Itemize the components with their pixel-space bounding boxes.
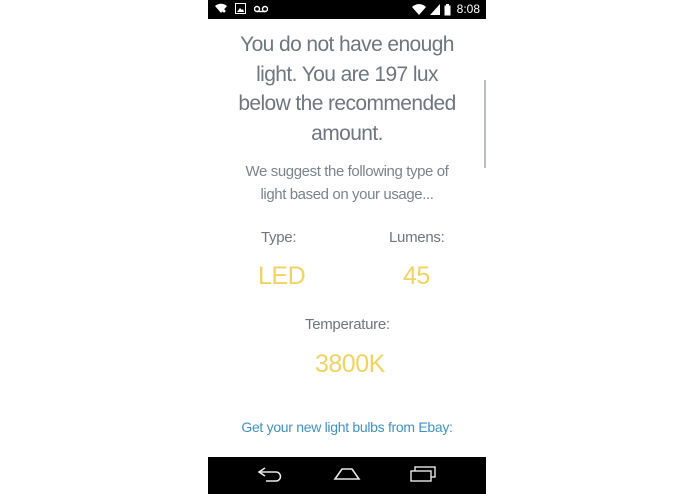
battery-icon [444, 3, 451, 16]
home-icon [332, 467, 362, 486]
recent-apps-icon [409, 465, 437, 487]
scrollbar[interactable] [484, 80, 486, 168]
temperature-value: 3800K [315, 350, 385, 378]
headline-line: You do not have enough [240, 33, 454, 56]
lumens-label: Lumens: [389, 229, 445, 246]
status-bar: 8:08 [208, 0, 486, 19]
type-label: Type: [261, 229, 297, 246]
voicemail-icon [254, 5, 268, 13]
type-value: LED [258, 262, 306, 290]
temperature-label: Temperature: [305, 316, 390, 333]
back-button[interactable] [253, 466, 287, 486]
lumens-value: 45 [403, 262, 430, 290]
ebay-link[interactable]: Get your new light bulbs from Ebay: [208, 419, 486, 435]
headline-line: light. You are 197 lux [256, 62, 438, 86]
home-button[interactable] [330, 466, 364, 486]
suggestion-text: We suggest the following type of light b… [232, 160, 462, 206]
headline-line: below the recommended [238, 92, 456, 115]
suggestion-line: light based on your usage... [260, 186, 434, 203]
phone-screen: 8:08 You do not have enough light. You a… [208, 0, 486, 494]
wifi-signal-icon [411, 4, 426, 15]
result-screen[interactable]: You do not have enough light. You are 19… [208, 19, 486, 457]
light-deficit-message: You do not have enough light. You are 19… [230, 30, 464, 148]
back-icon [256, 466, 284, 487]
recent-apps-button[interactable] [406, 465, 440, 487]
headline-line: amount. [311, 121, 383, 145]
status-clock: 8:08 [456, 2, 480, 16]
navigation-bar [208, 457, 486, 494]
suggestion-line: We suggest the following type of [245, 163, 449, 180]
cell-signal-icon [429, 4, 440, 15]
image-icon [235, 3, 246, 14]
wifi-icon [215, 3, 227, 14]
